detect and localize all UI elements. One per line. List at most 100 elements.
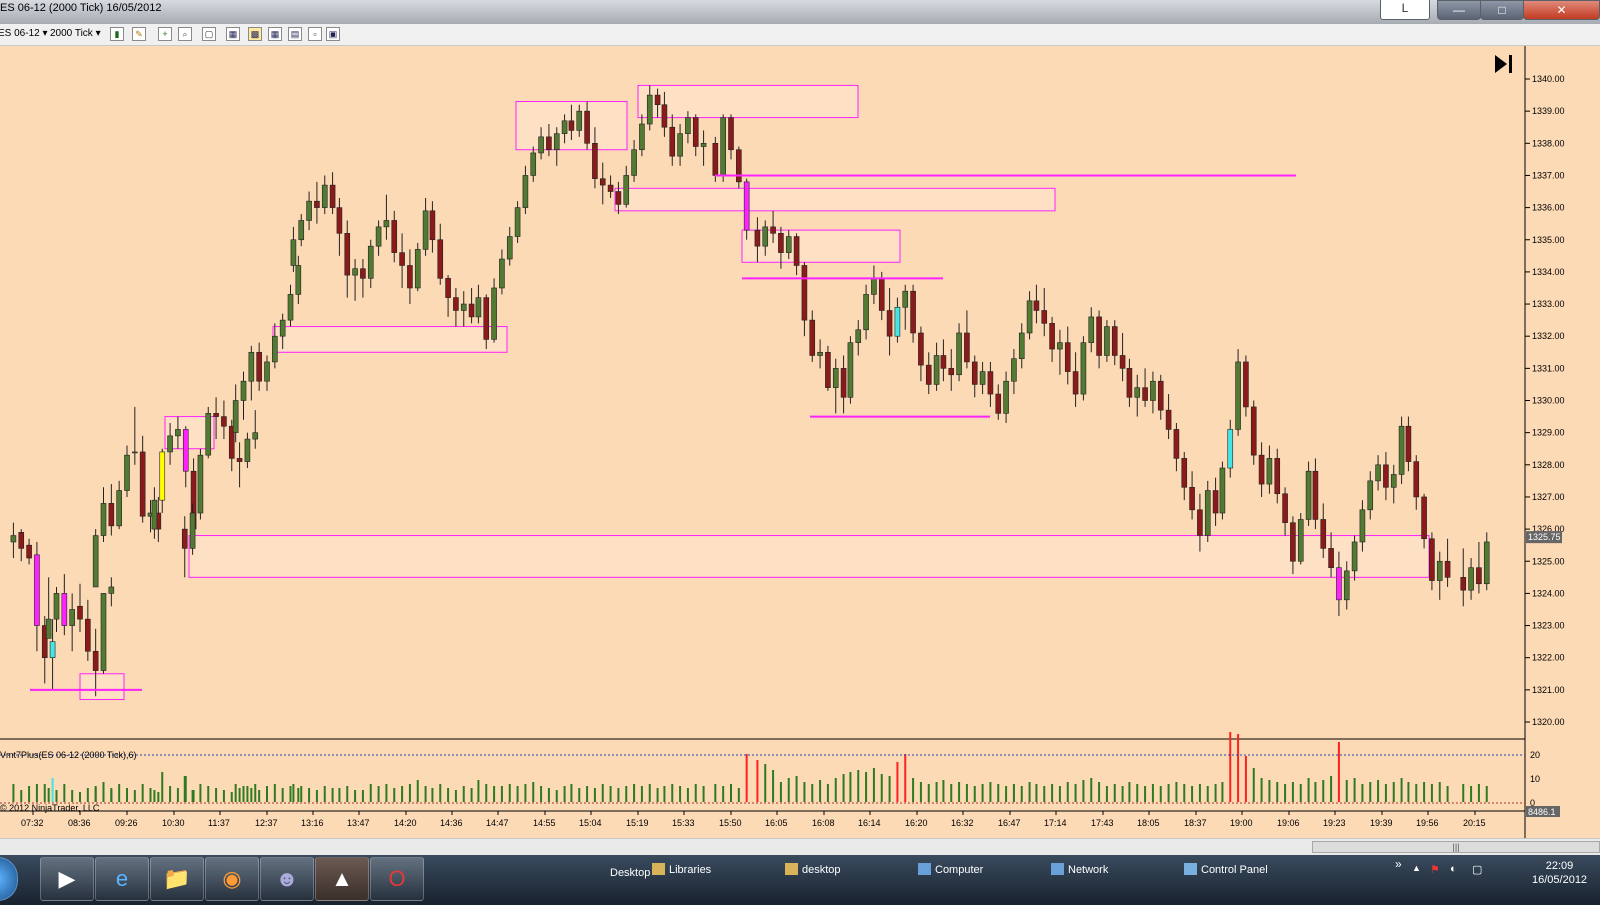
volume-bar (722, 786, 725, 802)
crosshair-icon[interactable]: + (158, 27, 172, 41)
candle-body (336, 207, 343, 234)
zoom-icon[interactable]: ⌕ (178, 27, 192, 41)
volume-bar (199, 784, 202, 802)
volume-bar (176, 788, 179, 802)
bars-icon[interactable]: ▦ (226, 27, 240, 41)
interval-selector[interactable]: 2000 Tick ▾ (50, 28, 101, 39)
candlestick-icon[interactable]: ▮ (110, 27, 124, 41)
instrument-selector[interactable]: ES 06-12 ▾ (0, 28, 48, 39)
candle-body (1305, 470, 1312, 520)
volume-bar (369, 784, 372, 802)
price-label: 1335.00 (1532, 235, 1565, 245)
time-label: 15:19 (626, 818, 649, 828)
time-label: 07:32 (21, 818, 44, 828)
file-explorer-icon[interactable]: 📁 (150, 857, 204, 901)
close-icon[interactable]: ✕ (1523, 0, 1600, 20)
internet-explorer-icon[interactable]: e (95, 857, 149, 901)
volume-bar (230, 792, 233, 802)
volume-bar (331, 788, 334, 802)
taskbar-desktop-label[interactable]: Desktop (610, 867, 650, 879)
pencil-icon[interactable]: ✎ (132, 27, 146, 41)
volume-bar (1020, 786, 1023, 802)
clock[interactable]: 22:09 16/05/2012 (1532, 859, 1587, 887)
price-label: 1339.00 (1532, 106, 1565, 116)
candle-body (530, 152, 537, 176)
price-chart[interactable]: 1340.00 1339.00 1338.00 1337.00 1336.00 1335.… (0, 46, 1600, 838)
chevron-icon[interactable]: » (1395, 857, 1402, 871)
candle-body (49, 641, 56, 659)
taskbar-link-computer[interactable]: Computer (918, 863, 983, 876)
volume-bar (679, 786, 682, 802)
candle-body (1157, 380, 1164, 411)
volume-bar (787, 778, 790, 802)
maximize-icon[interactable]: □ (1480, 0, 1524, 20)
volume-bar (1012, 784, 1015, 802)
candle-body (321, 184, 328, 208)
candle-body (1243, 361, 1249, 408)
volume-bar (1415, 784, 1418, 802)
volume-bar (904, 754, 907, 802)
template-icon[interactable]: ▤ (288, 27, 302, 41)
flag-icon[interactable]: ⚑ (1430, 863, 1440, 876)
candle-body (1064, 342, 1071, 372)
volume-bar (811, 784, 814, 802)
volume-bar (1198, 784, 1201, 802)
candle-body (100, 593, 107, 671)
taskbar-link-libraries[interactable]: Libraries (652, 863, 711, 876)
tray-arrow-icon[interactable]: ▲ (1412, 863, 1421, 873)
volume-bar (702, 786, 705, 802)
indicator-axis-label: 20 (1530, 750, 1540, 760)
candle-body (762, 226, 769, 247)
ninjatrader-icon[interactable]: ▲ (315, 857, 369, 901)
candle-body (240, 380, 247, 401)
candle-body (92, 535, 99, 588)
candle-body (1096, 316, 1102, 356)
volume-bar (888, 776, 891, 802)
price-label: 1333.00 (1532, 299, 1565, 309)
minimize-icon[interactable]: — (1437, 0, 1481, 20)
candle-body (1413, 461, 1420, 498)
volume-bar (1221, 782, 1224, 802)
layout-button[interactable]: L (1380, 0, 1430, 20)
candle-body (53, 593, 60, 620)
taskbar-link-desktop[interactable]: desktop (785, 863, 841, 876)
candle-body (1142, 387, 1148, 401)
chart-style-icon[interactable]: ▩ (248, 27, 262, 41)
volume-bar (1167, 784, 1170, 802)
candle-body (1405, 425, 1412, 462)
taskbar-link-network[interactable]: Network (1051, 863, 1108, 876)
candle-body (1041, 310, 1048, 324)
candle-body (1150, 380, 1156, 401)
volume-bar (63, 784, 66, 802)
candle-body (352, 268, 358, 276)
candle-body (1266, 458, 1273, 485)
volume-bar (1400, 778, 1403, 802)
candle-body (940, 355, 947, 369)
tools-icon[interactable]: ▣ (326, 27, 340, 41)
volume-bar (819, 780, 822, 802)
candle-body (538, 136, 544, 154)
scrollbar-thumb[interactable]: ||| (1312, 841, 1600, 853)
candle-body (743, 181, 750, 231)
data-box-icon[interactable]: ▢ (202, 27, 216, 41)
media-player-icon[interactable]: ▶ (40, 857, 94, 901)
volume-bar (1159, 786, 1162, 802)
time-label: 19:56 (1416, 818, 1439, 828)
horizontal-scrollbar[interactable]: ||| (0, 838, 1600, 855)
windows-start-icon[interactable] (0, 857, 18, 901)
volume-bar (242, 786, 245, 802)
properties-icon[interactable]: ▦ (268, 27, 282, 41)
network-tray-icon[interactable]: ◐ (1450, 863, 1457, 875)
candle-body (18, 532, 25, 549)
volume-bar (849, 772, 852, 802)
volume-bar (447, 788, 450, 802)
panel-icon[interactable]: ▫ (308, 27, 322, 41)
candle-body (592, 143, 598, 179)
monitor-tray-icon[interactable]: ▢ (1472, 863, 1482, 876)
opera-icon[interactable]: O (370, 857, 424, 901)
taskbar-link-control-panel[interactable]: Control Panel (1184, 863, 1268, 876)
candle-body (314, 200, 320, 208)
network-people-icon[interactable]: ☻ (260, 857, 314, 901)
firefox-icon[interactable]: ◉ (205, 857, 259, 901)
candle-body (329, 184, 336, 208)
